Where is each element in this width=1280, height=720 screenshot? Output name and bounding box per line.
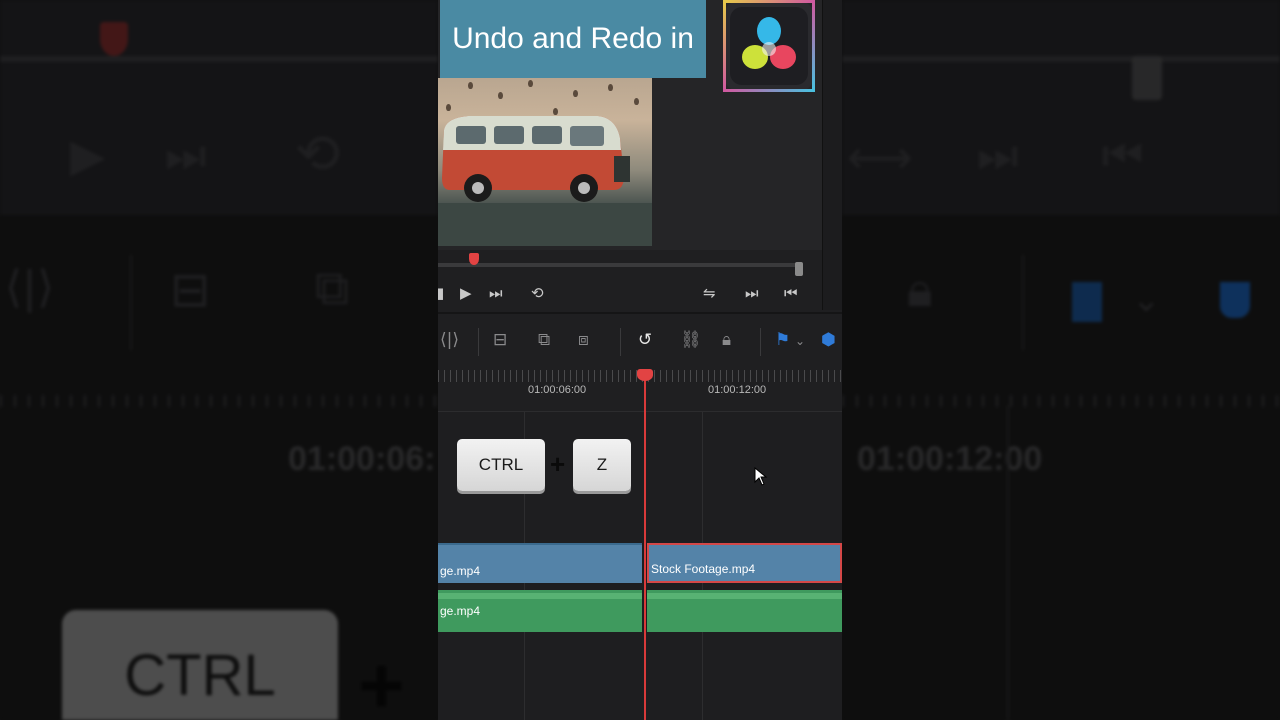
audio-clip[interactable] <box>647 590 842 632</box>
video-clip-selected[interactable]: Stock Footage.mp4 <box>647 543 842 583</box>
timecode-label: 01:00:06:00 <box>528 384 587 396</box>
insert-clip-icon[interactable]: ⊟ <box>493 330 507 350</box>
clip-label: ge.mp4 <box>440 564 481 578</box>
overwrite-clip-icon[interactable]: ⧉ <box>538 330 550 350</box>
flag-icon[interactable]: ⚑ <box>775 330 790 350</box>
replace-clip-icon[interactable]: ⧈ <box>578 330 589 350</box>
stop-icon[interactable]: ▮ <box>438 284 444 302</box>
title-banner-text: Undo and Redo in <box>452 22 694 55</box>
ctrl-key: CTRL <box>457 439 545 491</box>
match-frame-button[interactable]: ⇋ <box>703 284 716 302</box>
mouse-cursor-icon <box>754 467 768 486</box>
van-illustration <box>438 116 652 246</box>
linked-selection-icon[interactable]: ⛓ <box>680 330 702 350</box>
davinci-resolve-logo-icon <box>742 17 796 69</box>
loop-button[interactable]: ⟲ <box>531 284 544 302</box>
playhead-handle[interactable] <box>637 369 653 381</box>
audio-clip[interactable]: ge.mp4 <box>438 590 642 632</box>
edit-toolbar: ⟨|⟩ ⊟ ⧉ ⧈ ↺ ⛓ 🔒︎ ⚑ ⌄ ⬢ <box>438 320 842 364</box>
marker-icon[interactable]: ⬢ <box>821 330 836 350</box>
video-clip[interactable]: ge.mp4 <box>438 543 642 583</box>
right-backdrop: ⟷ ⏭ ⏮ 🔒︎ ⌄ 01:00:12:00 <box>842 0 1280 720</box>
z-key-label: Z <box>596 455 608 474</box>
scrubber-playhead[interactable] <box>469 253 479 265</box>
snapping-icon[interactable]: ↺ <box>638 330 652 350</box>
timeline-playhead[interactable] <box>644 376 646 720</box>
left-backdrop: ▶ ⏭ ⟲ ⟨|⟩ ⊟ ⧉ 01:00:06: CTRL + <box>0 0 438 720</box>
panel-divider <box>438 312 842 314</box>
viewer-side-panel <box>822 0 842 310</box>
davinci-resolve-logo <box>723 0 815 92</box>
next-edit-button[interactable]: ⏭ <box>745 284 759 302</box>
clip-label: Stock Footage.mp4 <box>651 562 756 576</box>
play-button[interactable]: ▶ <box>460 284 472 302</box>
previous-edit-button[interactable]: ⏮ <box>784 284 798 302</box>
viewer-frame-image <box>438 78 652 246</box>
z-key: Z <box>573 439 631 491</box>
transport-controls: ▮ ▶ ⏭ ⟲ ⇋ ⏭ ⏮ <box>438 280 822 312</box>
title-banner: Undo and Redo in <box>440 0 706 78</box>
ctrl-key-label: CTRL <box>478 455 524 474</box>
timecode-label: 01:00:12:00 <box>708 384 767 396</box>
flag-dropdown-chevron-icon[interactable]: ⌄ <box>795 334 805 348</box>
video-frame-composite: ▶ ⏭ ⟲ ⟨|⟩ ⊟ ⧉ 01:00:06: CTRL + ⟷ ⏭ ⏮ 🔒︎ … <box>0 0 1280 720</box>
next-clip-button[interactable]: ⏭ <box>489 284 503 302</box>
viewer-scrubber[interactable] <box>438 263 800 267</box>
scrubber-out-handle[interactable] <box>795 262 803 276</box>
position-lock-icon[interactable]: 🔒︎ <box>722 330 731 350</box>
resolve-editor-panel: Undo and Redo in ▮ ▶ ⏭ ⟲ ⇋ ⏭ ⏮ ⟨|⟩ ⊟ ⧉ ⧈… <box>438 0 842 720</box>
clip-label: ge.mp4 <box>440 604 481 618</box>
plus-sign: + <box>550 449 566 479</box>
trim-mode-icon[interactable]: ⟨|⟩ <box>440 330 459 350</box>
